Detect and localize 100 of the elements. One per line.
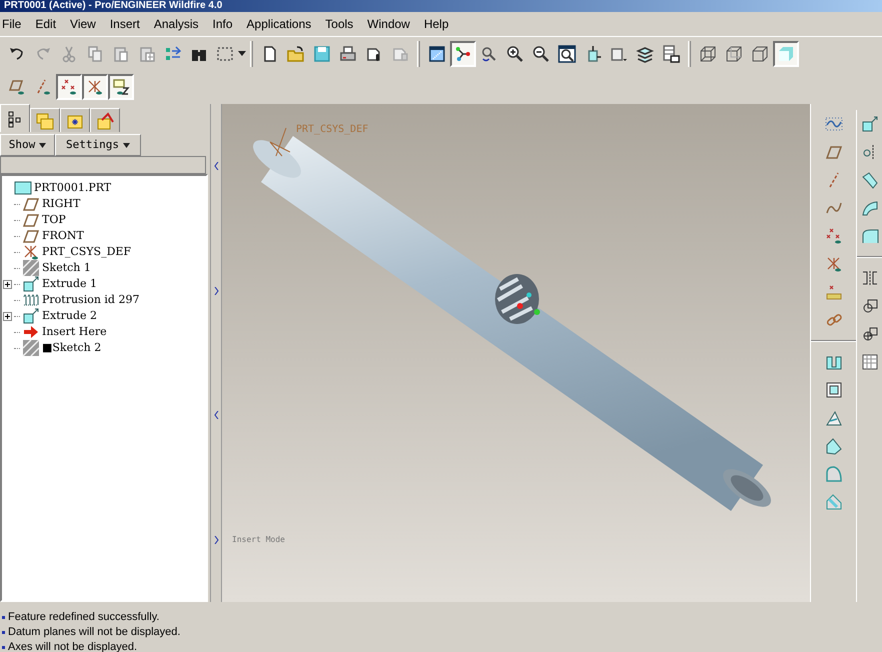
caret-icon [39, 142, 46, 148]
part-icon [14, 179, 32, 197]
tree-item[interactable]: RIGHT [42, 196, 80, 212]
tree-item[interactable]: TOP [42, 212, 66, 228]
folder-tools-tab[interactable] [90, 108, 120, 132]
menu-item[interactable]: Applications [246, 15, 312, 33]
status-message: Axes will not be displayed. [8, 640, 138, 652]
scissors-icon [60, 44, 78, 62]
copy-icon [86, 44, 104, 62]
tree-item[interactable]: FRONT [42, 228, 84, 244]
cube-outline-icon [751, 44, 769, 62]
tree-item[interactable]: Sketch 1 [42, 260, 91, 276]
blend-icon [860, 199, 878, 217]
folders-icon [36, 112, 54, 130]
tree-item[interactable]: Extrude 1 [42, 276, 98, 292]
bullet-icon [2, 631, 5, 634]
repaint-icon [428, 44, 446, 62]
hidden-line-cube-icon [725, 44, 743, 62]
tree-item[interactable]: Insert Here [42, 324, 107, 340]
folders-tab[interactable] [30, 108, 60, 132]
chamfer-icon [824, 493, 842, 511]
tree-item[interactable]: PRT_CSYS_DEF [42, 244, 132, 260]
floppy-icon [313, 44, 331, 62]
tree-item[interactable]: PRT0001.PRT [34, 180, 112, 196]
coordinate-system-icon [824, 255, 842, 273]
menu-item[interactable]: Help [424, 15, 449, 33]
arrow-icon [22, 323, 40, 341]
refit-icon [558, 44, 576, 62]
spin-center-icon [454, 44, 472, 62]
mode-label: Insert Mode [232, 534, 286, 546]
menu-item[interactable]: Insert [110, 15, 140, 33]
tree-item[interactable]: ■Sketch 2 [42, 340, 102, 356]
caret-icon [122, 142, 130, 148]
datum-plane-icon [8, 78, 26, 96]
model-tree-tab[interactable] [0, 104, 30, 132]
round-icon [824, 465, 842, 483]
expand-toggle[interactable] [2, 280, 12, 288]
clipboard-icon [138, 44, 156, 62]
menu-item[interactable]: Info [212, 15, 233, 33]
annotation-button[interactable] [108, 74, 134, 100]
sketch-curve-icon [824, 115, 842, 133]
folder-icon [287, 44, 305, 62]
mirror-icon [860, 269, 878, 287]
extrude-icon [22, 275, 40, 293]
datum-analysis-icon [824, 283, 842, 301]
star-folder-tab[interactable] [60, 108, 90, 132]
coordinate-system-icon [22, 243, 40, 261]
datum-points-button[interactable] [56, 74, 82, 100]
coordinate-system-label: PRT_CSYS_DEF [296, 123, 368, 137]
merge-icon [860, 297, 878, 315]
caret-icon [238, 51, 246, 56]
sweep-icon [860, 171, 878, 189]
status-message: Datum planes will not be displayed. [8, 625, 180, 640]
chevron-icon[interactable] [214, 286, 218, 295]
window-title: PRT0001 (Active) - Pro/ENGINEER Wildfire 4.0 [4, 0, 222, 12]
show-button[interactable]: Show [0, 134, 55, 156]
extrude-icon [22, 307, 40, 325]
selection-box-icon [216, 44, 234, 62]
coordinate-system-button[interactable] [82, 74, 108, 100]
datum-points-icon [824, 227, 842, 245]
menu-item[interactable]: View [70, 15, 96, 33]
layers-icon [636, 44, 654, 62]
chevron-icon[interactable] [214, 536, 218, 544]
coordinate-system-icon [86, 78, 104, 96]
spin-center-button[interactable] [450, 40, 476, 66]
coordinate-system-icon [270, 128, 290, 156]
chevron-icon[interactable] [214, 411, 218, 420]
folder-tools-icon [96, 112, 114, 130]
menu-item[interactable]: File [2, 15, 22, 33]
zoom-in-icon [506, 44, 524, 62]
zoom-out-icon [532, 44, 550, 62]
shaded-cube-icon [777, 44, 795, 62]
regenerate-icon [164, 44, 182, 62]
hatched-square-icon [22, 259, 40, 277]
shaded-cube-button[interactable] [773, 40, 799, 66]
bullet-icon [2, 646, 5, 649]
annotation-icon [112, 78, 130, 96]
rib-icon [824, 409, 842, 427]
menu-item[interactable]: Window [367, 15, 410, 33]
wireframe-cube-icon [699, 44, 717, 62]
trim-icon [860, 325, 878, 343]
tree-item[interactable]: Protrusion id 297 [42, 292, 140, 308]
shell-icon [824, 381, 842, 399]
expand-toggle[interactable] [2, 312, 12, 320]
hatched-square-icon [22, 339, 40, 357]
bullet-icon [2, 616, 5, 619]
settings-button[interactable]: Settings [55, 134, 141, 156]
extrude-icon [860, 115, 878, 133]
datum-points-icon [60, 78, 78, 96]
chevron-icon[interactable] [214, 162, 218, 170]
printer-icon [339, 44, 357, 62]
draft-icon [824, 437, 842, 455]
table-camera-icon [662, 44, 680, 62]
menu-item[interactable]: Analysis [154, 15, 199, 33]
clipboard-icon [112, 44, 130, 62]
surface-icon [860, 227, 878, 245]
grid-icon [860, 353, 878, 371]
tree-item[interactable]: Extrude 2 [42, 308, 98, 324]
menu-item[interactable]: Edit [35, 15, 56, 33]
menu-item[interactable]: Tools [325, 15, 354, 33]
